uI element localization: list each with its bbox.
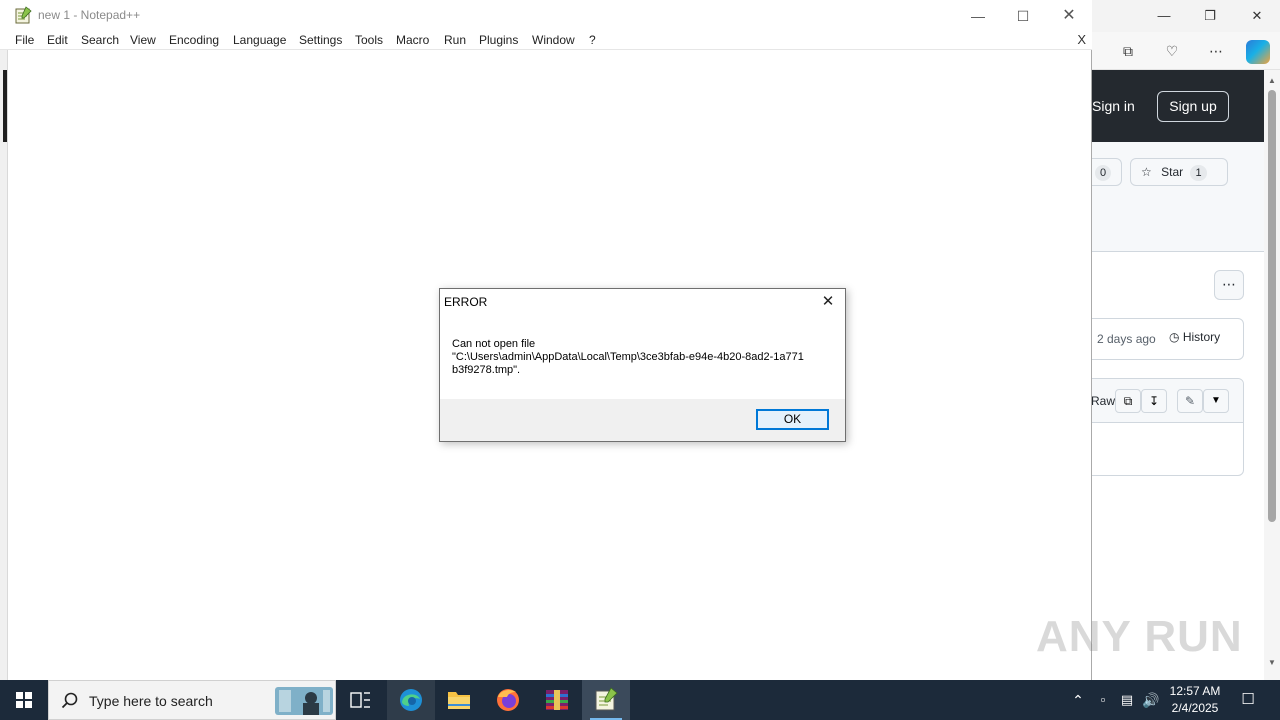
search-highlight-image bbox=[275, 687, 333, 715]
more-options-icon[interactable]: ⋯ bbox=[1205, 41, 1227, 61]
menu-tools[interactable]: Tools bbox=[355, 33, 383, 47]
menu-file[interactable]: File bbox=[15, 33, 34, 47]
menu-window[interactable]: Window bbox=[532, 33, 575, 47]
browser-scrollbar[interactable]: ▲ ▼ bbox=[1264, 70, 1280, 680]
browser-window: — ❐ ✕ ⧉ ♡ ⋯ Sign in Sign up 0 ☆ Star 1 ⋯… bbox=[1092, 0, 1280, 680]
watch-button[interactable]: 0 bbox=[1092, 158, 1122, 186]
browser-minimize-icon[interactable]: — bbox=[1156, 8, 1172, 24]
close-document-button[interactable]: X bbox=[1077, 32, 1086, 47]
dialog-message: Can not open file "C:\Users\admin\AppDat… bbox=[452, 338, 804, 376]
taskbar-notepadpp[interactable] bbox=[582, 680, 630, 720]
task-view-icon bbox=[350, 692, 370, 708]
task-view-button[interactable] bbox=[336, 680, 384, 720]
history-label: History bbox=[1182, 330, 1221, 344]
menu-help[interactable]: ? bbox=[589, 33, 596, 47]
taskbar-file-explorer[interactable] bbox=[435, 680, 483, 720]
browser-titlebar: — ❐ ✕ bbox=[1092, 0, 1280, 32]
sign-up-button[interactable]: Sign up bbox=[1157, 91, 1229, 122]
folder-icon bbox=[448, 692, 470, 709]
winrar-icon bbox=[546, 690, 568, 710]
browser-close-icon[interactable]: ✕ bbox=[1249, 8, 1265, 24]
minimize-icon[interactable]: — bbox=[955, 4, 1001, 28]
taskbar-edge[interactable] bbox=[387, 680, 435, 720]
editor-margin bbox=[0, 50, 7, 680]
scrollbar-thumb[interactable] bbox=[1268, 90, 1276, 522]
sign-in-link[interactable]: Sign in bbox=[1092, 98, 1135, 114]
menu-settings[interactable]: Settings bbox=[299, 33, 342, 47]
menu-search[interactable]: Search bbox=[81, 33, 119, 47]
taskbar: Type here to search ⌃ ▫ ▤ 🔊 12:57 AM 2/4… bbox=[0, 680, 1280, 720]
commit-bar: 2 days ago ◷ History bbox=[1092, 318, 1244, 360]
edge-icon bbox=[400, 689, 422, 711]
copilot-icon[interactable] bbox=[1246, 40, 1270, 64]
menu-bar: File Edit Search View Encoding Language … bbox=[0, 31, 1092, 50]
close-icon[interactable]: ✕ bbox=[1046, 4, 1092, 28]
star-button[interactable]: ☆ Star 1 bbox=[1130, 158, 1228, 186]
repo-header: 0 ☆ Star 1 bbox=[1092, 142, 1264, 252]
menu-run[interactable]: Run bbox=[444, 33, 466, 47]
browser-restore-icon[interactable]: ❐ bbox=[1202, 8, 1218, 24]
download-icon[interactable]: ↧ bbox=[1141, 389, 1167, 413]
anyrun-watermark: ANY RUN bbox=[1036, 612, 1243, 661]
menu-view[interactable]: View bbox=[130, 33, 156, 47]
notifications-icon[interactable]: ☐ bbox=[1236, 680, 1260, 720]
file-toolbar: Raw ⧉ ↧ ✎ ▼ bbox=[1092, 379, 1243, 423]
search-icon bbox=[61, 692, 78, 709]
github-header: Sign in Sign up bbox=[1092, 70, 1264, 142]
menu-plugins[interactable]: Plugins bbox=[479, 33, 518, 47]
menu-encoding[interactable]: Encoding bbox=[169, 33, 219, 47]
dialog-footer: OK bbox=[440, 399, 845, 441]
more-actions-button[interactable]: ⋯ bbox=[1214, 270, 1244, 300]
chevron-down-icon[interactable]: ▼ bbox=[1203, 389, 1229, 413]
windows-start-icon[interactable] bbox=[0, 680, 48, 720]
dialog-close-icon[interactable]: ✕ bbox=[817, 292, 839, 312]
ok-button[interactable]: OK bbox=[756, 409, 829, 430]
notepadpp-titlebar[interactable]: new 1 - Notepad++ — ☐ ✕ bbox=[0, 0, 1092, 31]
menu-language[interactable]: Language bbox=[233, 33, 286, 47]
network-icon[interactable]: ▤ bbox=[1116, 680, 1138, 720]
file-view-box: Raw ⧉ ↧ ✎ ▼ bbox=[1092, 378, 1244, 476]
star-count: 1 bbox=[1190, 165, 1207, 181]
search-placeholder: Type here to search bbox=[89, 693, 213, 709]
scroll-up-icon[interactable]: ▲ bbox=[1267, 76, 1277, 86]
window-title: new 1 - Notepad++ bbox=[38, 8, 141, 22]
history-icon: ◷ bbox=[1169, 330, 1180, 344]
last-commit-time: 2 days ago bbox=[1097, 332, 1156, 346]
collections-icon[interactable]: ⧉ bbox=[1117, 41, 1139, 61]
taskbar-firefox[interactable] bbox=[484, 680, 532, 720]
error-dialog: ERROR ✕ Can not open file "C:\Users\admi… bbox=[439, 288, 846, 442]
watch-count: 0 bbox=[1095, 165, 1112, 181]
maximize-icon[interactable]: ☐ bbox=[1000, 4, 1046, 28]
taskbar-winrar[interactable] bbox=[533, 680, 581, 720]
menu-edit[interactable]: Edit bbox=[47, 33, 68, 47]
scroll-down-icon[interactable]: ▼ bbox=[1267, 658, 1277, 668]
browser-toolbar: ⧉ ♡ ⋯ bbox=[1092, 32, 1280, 70]
menu-macro[interactable]: Macro bbox=[396, 33, 429, 47]
firefox-icon bbox=[497, 689, 519, 711]
taskbar-clock[interactable]: 12:57 AM 2/4/2025 bbox=[1166, 683, 1224, 717]
star-icon: ☆ bbox=[1141, 165, 1152, 179]
notepadpp-app-icon bbox=[15, 6, 32, 24]
taskbar-search-box[interactable]: Type here to search bbox=[48, 680, 336, 720]
show-hidden-icons-icon[interactable]: ⌃ bbox=[1068, 680, 1088, 720]
browser-essentials-icon[interactable]: ♡ bbox=[1161, 41, 1183, 61]
dialog-title: ERROR bbox=[444, 295, 488, 309]
device-icon[interactable]: ▫ bbox=[1092, 680, 1114, 720]
volume-icon[interactable]: 🔊 bbox=[1140, 680, 1162, 720]
star-label: Star bbox=[1161, 165, 1184, 179]
notepadpp-taskbar-icon bbox=[595, 687, 618, 711]
raw-button[interactable]: Raw bbox=[1092, 394, 1115, 408]
edit-pencil-icon[interactable]: ✎ bbox=[1177, 389, 1203, 413]
history-link[interactable]: ◷ History bbox=[1169, 330, 1220, 344]
copy-icon[interactable]: ⧉ bbox=[1115, 389, 1141, 413]
clock-time: 12:57 AM bbox=[1169, 684, 1221, 698]
clock-date: 2/4/2025 bbox=[1171, 701, 1219, 715]
